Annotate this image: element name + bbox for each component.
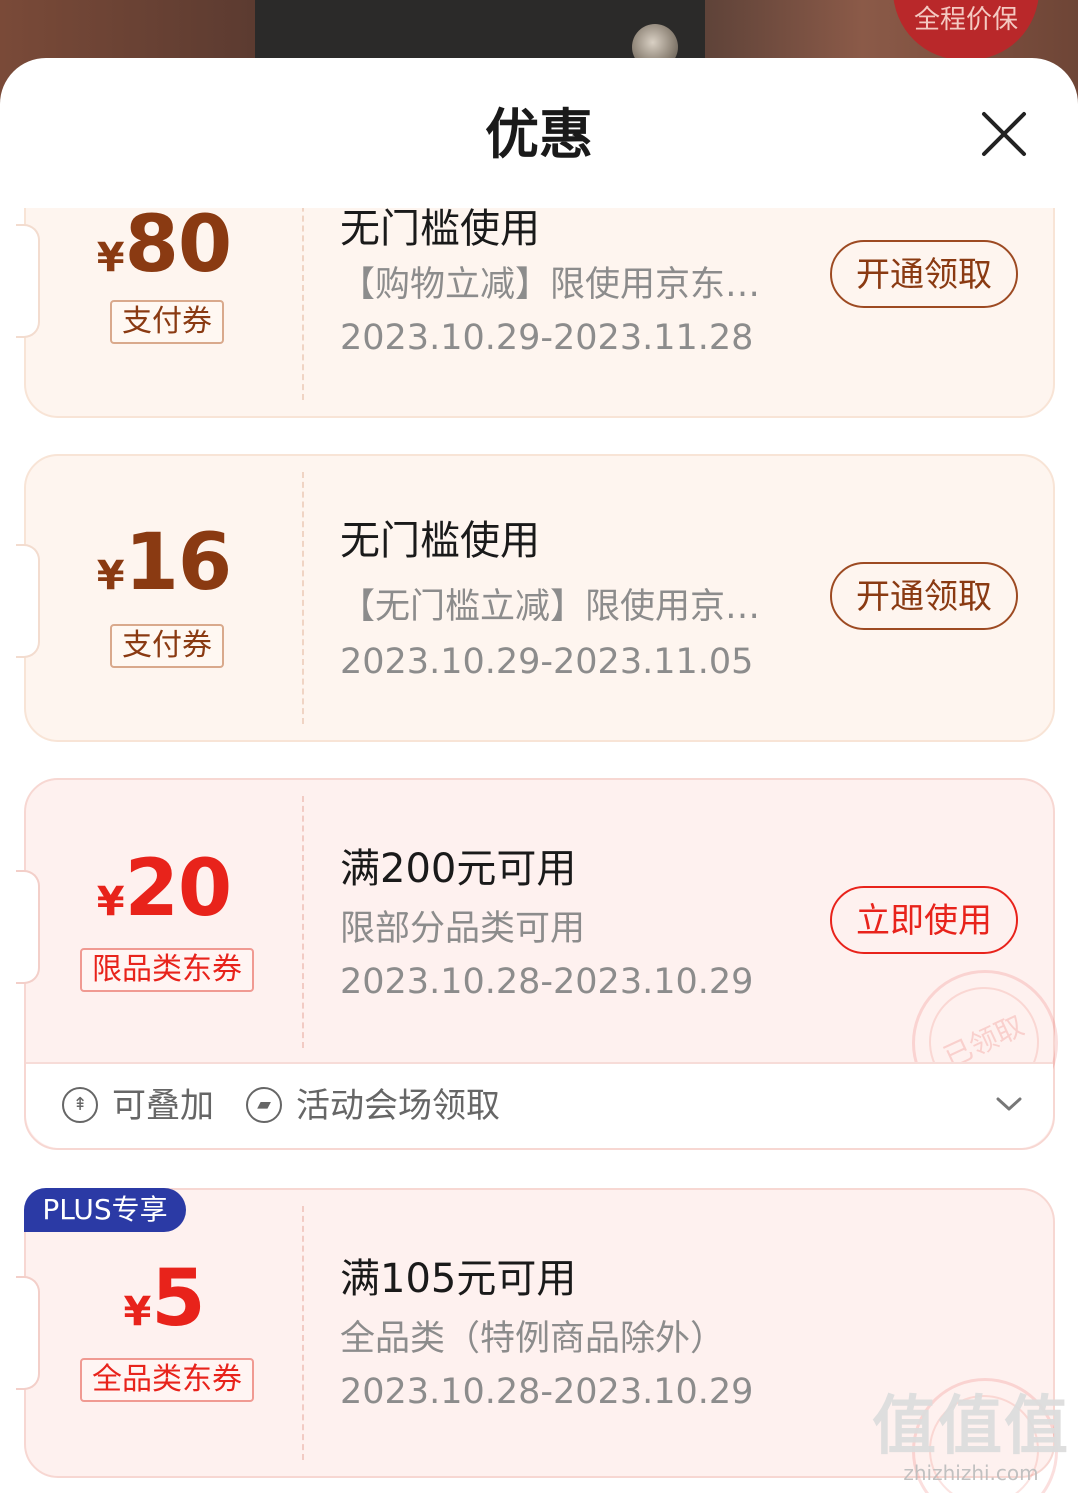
coupon-card: ¥80 支付券 无门槛使用 【购物立减】限使用京东… 2023.10.29-20… — [16, 208, 1055, 418]
coupon-description: 限部分品类可用 — [340, 909, 586, 949]
coupon-sheet: 优惠 ¥80 支付券 无门槛使用 【购物立减】限使用京东… 2023.10.29… — [0, 58, 1078, 1493]
coupon-list[interactable]: ¥80 支付券 无门槛使用 【购物立减】限使用京东… 2023.10.29-20… — [0, 208, 1078, 1493]
plus-exclusive-badge: PLUS专享 — [24, 1188, 186, 1232]
amount-value: 16 — [124, 518, 233, 608]
source-label: ▰ 活动会场领取 — [246, 1086, 500, 1126]
sheet-title: 优惠 — [485, 103, 593, 166]
coupon-description: 全品类（特例商品除外） — [340, 1319, 726, 1359]
currency-symbol: ¥ — [123, 1289, 152, 1335]
currency-symbol: ¥ — [96, 235, 125, 281]
coupon-dates: 2023.10.29-2023.11.05 — [340, 642, 754, 682]
source-text: 活动会场领取 — [296, 1086, 500, 1126]
activate-claim-button[interactable]: 开通领取 — [830, 240, 1018, 308]
watermark-url: zhizhizhi.com — [903, 1461, 1039, 1485]
coupon-description: 【无门槛立减】限使用京… — [340, 587, 761, 627]
amount-value: 80 — [124, 208, 233, 290]
use-now-button[interactable]: 立即使用 — [830, 886, 1018, 954]
coupon-title: 无门槛使用 — [340, 518, 540, 564]
coupon-type-tag: 全品类东券 — [80, 1358, 254, 1402]
coupon-type-tag: 限品类东券 — [80, 948, 254, 992]
coupon-type-tag: 支付券 — [110, 300, 224, 344]
watermark-logo: 值值值 — [872, 1390, 1070, 1464]
coupon-amount: ¥20 — [26, 844, 302, 934]
stackable-label: ⇞ 可叠加 — [62, 1086, 214, 1126]
coupon-dates: 2023.10.28-2023.10.29 — [340, 1372, 754, 1412]
coupon-type-tag: 支付券 — [110, 624, 224, 668]
coupon-dates: 2023.10.29-2023.11.28 — [340, 318, 754, 358]
coupon-amount: ¥5 — [26, 1254, 302, 1344]
coupon-card: ¥16 支付券 无门槛使用 【无门槛立减】限使用京… 2023.10.29-20… — [16, 454, 1055, 742]
coupon-title: 满105元可用 — [340, 1256, 577, 1302]
price-protection-badge: 全程价保 — [893, 0, 1039, 60]
stack-icon: ⇞ — [62, 1086, 98, 1123]
currency-symbol: ¥ — [96, 879, 125, 925]
site-watermark: 值值值 zhizhizhi.com — [872, 1393, 1070, 1485]
coupon-title: 无门槛使用 — [340, 208, 540, 252]
coupon-card: ¥20 限品类东券 满200元可用 限部分品类可用 2023.10.28-202… — [16, 778, 1058, 1150]
coupon-title: 满200元可用 — [340, 846, 577, 892]
coupon-footer: ⇞ 可叠加 ▰ 活动会场领取 — [26, 1062, 1053, 1148]
coupon-divider — [302, 1206, 304, 1460]
coupon-divider — [302, 472, 304, 724]
coupon-amount: ¥16 — [26, 518, 302, 608]
coupon-dates: 2023.10.28-2023.10.29 — [340, 962, 754, 1002]
close-icon[interactable] — [972, 102, 1036, 166]
price-protection-badge-text: 全程价保 — [913, 5, 1018, 35]
amount-value: 20 — [124, 844, 233, 934]
coupon-divider — [302, 208, 304, 400]
amount-value: 5 — [151, 1254, 205, 1344]
coupon-divider — [302, 796, 304, 1048]
coupon-description: 【购物立减】限使用京东… — [340, 265, 761, 305]
coupon-amount: ¥80 — [26, 208, 302, 290]
stackable-text: 可叠加 — [112, 1086, 214, 1126]
chevron-down-icon[interactable] — [994, 1092, 1024, 1116]
currency-symbol: ¥ — [96, 553, 125, 599]
activate-claim-button[interactable]: 开通领取 — [830, 562, 1018, 630]
ticket-icon: ▰ — [246, 1086, 282, 1123]
